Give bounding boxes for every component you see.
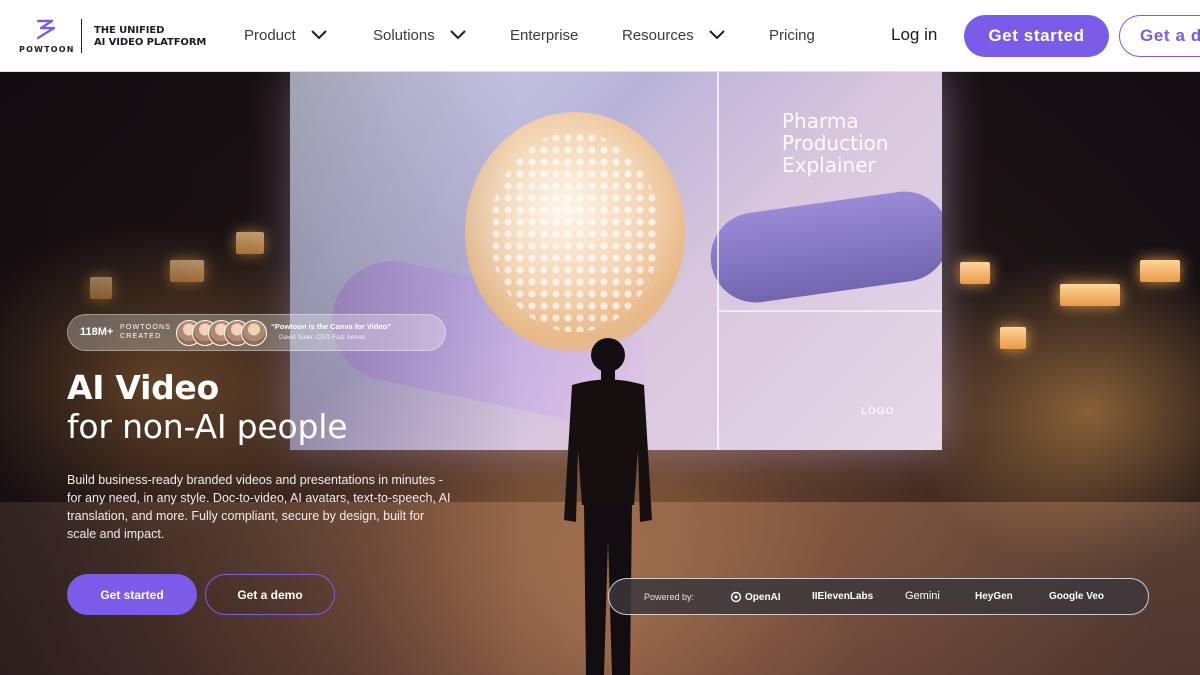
screen-tube-art: [704, 185, 942, 309]
partner-heygen: HeyGen: [975, 591, 1013, 602]
background-light: [1000, 327, 1026, 349]
social-proof-pill: 118M+ POWTOONS CREATED “Powtoon is the C…: [67, 314, 446, 351]
nav-item-label: Resources: [622, 26, 694, 44]
avatar: [241, 320, 267, 346]
nav-item-label: Pricing: [769, 26, 815, 44]
screen-divider-horizontal: [719, 310, 942, 312]
hero-description: Build business-ready branded videos and …: [67, 473, 451, 541]
nav-item-solutions[interactable]: Solutions: [373, 24, 467, 46]
background-light: [960, 262, 990, 284]
tagline-line-2: AI VIDEO PLATFORM: [94, 37, 207, 48]
partner-label: OpenAI: [745, 591, 781, 603]
proof-label-line-1: POWTOONS: [120, 324, 172, 331]
powtoon-logo[interactable]: POWTOON: [19, 18, 73, 54]
nav-item-label: Product: [244, 26, 296, 44]
tagline-line-1: THE UNIFIED: [94, 25, 165, 36]
powtoons-count-label: POWTOONS CREATED: [120, 323, 171, 341]
powered-by-bar: Powered by: OpenAI IIElevenLabs Gemini H…: [608, 578, 1149, 615]
get-demo-button[interactable]: Get a demo: [1119, 15, 1200, 57]
logo-wordmark: POWTOON: [19, 45, 75, 54]
screen-logo-placeholder: LOGO: [861, 406, 895, 417]
background-light: [1140, 260, 1180, 282]
nav-item-label: Solutions: [373, 26, 435, 44]
hero-get-started-button[interactable]: Get started: [67, 574, 197, 615]
chevron-down-icon: [450, 30, 466, 40]
chevron-down-icon: [310, 30, 327, 40]
screen-divider-vertical: [717, 72, 719, 450]
partner-gemini: Gemini: [905, 590, 940, 602]
top-navigation: POWTOON THE UNIFIED AI VIDEO PLATFORM Pr…: [0, 0, 1200, 72]
nav-item-enterprise[interactable]: Enterprise: [510, 24, 578, 46]
testimonial-author: David Suter, CEO Fast Sense: [279, 334, 365, 341]
openai-icon: [730, 591, 742, 603]
login-link[interactable]: Log in: [891, 25, 937, 45]
powtoon-logo-icon: [36, 19, 56, 40]
hero-subheadline: for non-AI people: [67, 407, 348, 446]
partner-elevenlabs: IIElevenLabs: [812, 591, 874, 602]
nav-item-pricing[interactable]: Pricing: [769, 24, 815, 46]
partner-openai: OpenAI: [730, 591, 781, 603]
brand-tagline: THE UNIFIED AI VIDEO PLATFORM: [94, 25, 206, 49]
proof-label-line-2: CREATED: [120, 333, 162, 340]
get-started-button[interactable]: Get started: [964, 15, 1109, 57]
chevron-down-icon: [708, 30, 725, 40]
hero-section: Pharma Production Explainer LOGO 118M+ P…: [0, 72, 1200, 675]
nav-item-label: Enterprise: [510, 26, 579, 44]
background-light: [1060, 284, 1120, 306]
powered-by-label: Powered by:: [644, 592, 695, 602]
testimonial-quote: “Powtoon is the Canva for Video”: [271, 322, 391, 331]
partner-google-veo: Google Veo: [1049, 591, 1105, 602]
powtoons-count: 118M+: [80, 326, 114, 338]
nav-item-product[interactable]: Product: [244, 24, 328, 46]
screen-video-title: Pharma Production Explainer: [782, 109, 889, 177]
person-silhouette: [564, 338, 652, 675]
hero-headline: AI Video: [67, 368, 219, 407]
hero-get-demo-button[interactable]: Get a demo: [205, 574, 335, 615]
logo-divider: [81, 19, 82, 53]
nav-item-resources[interactable]: Resources: [622, 24, 726, 46]
